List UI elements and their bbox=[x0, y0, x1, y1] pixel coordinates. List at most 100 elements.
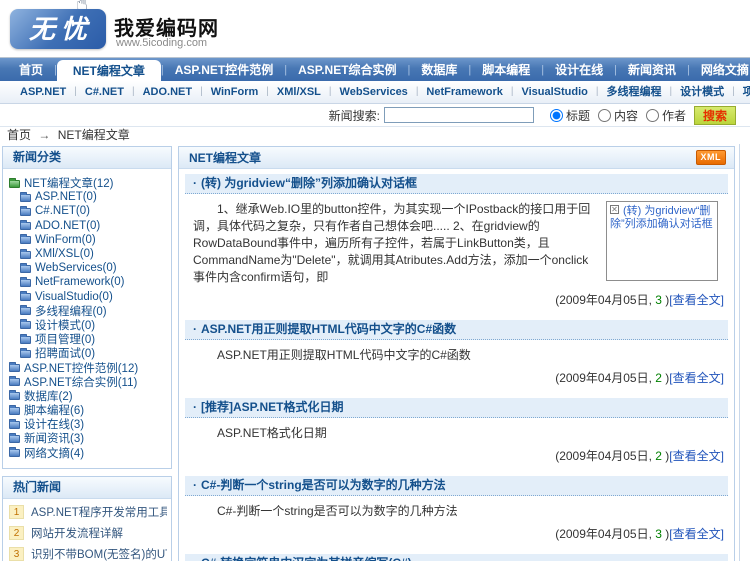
category-item[interactable]: VisualStudio(0) bbox=[9, 290, 167, 304]
article-summary: ASP.NET格式化日期 bbox=[217, 426, 327, 440]
subnav-item-2[interactable]: ADO.NET bbox=[135, 81, 201, 103]
search-input[interactable] bbox=[383, 107, 534, 123]
bullet-icon: · bbox=[193, 322, 197, 336]
main-nav: 首页 | NET编程文章 | ASP.NET控件范例 | ASP.NET综合实例 | 数据库 | 脚… bbox=[0, 57, 750, 81]
nav-item-2[interactable]: ASP.NET控件范例 bbox=[164, 58, 284, 81]
category-label: WinForm(0) bbox=[35, 233, 96, 246]
nav-item-8[interactable]: 网络文摘 bbox=[690, 58, 750, 81]
category-label: ASP.NET综合实例(11) bbox=[24, 376, 138, 389]
nav-item-5[interactable]: 脚本编程 bbox=[471, 58, 541, 81]
article-summary: C#-判断一个string是否可以为数字的几种方法 bbox=[217, 504, 458, 518]
article-list: · (转) 为gridview“删除”列添加确认对话框 ✕ (转) 为gridview… bbox=[179, 174, 734, 561]
sidebar: 新闻分类 NET编程文章(12) ASP.NET(0) C#.NET(0) ADO.N… bbox=[2, 146, 172, 561]
category-item[interactable]: ADO.NET(0) bbox=[9, 219, 167, 233]
read-full-link[interactable]: 查看全文 bbox=[673, 293, 721, 307]
article-item: · [推荐]ASP.NET格式化日期 ASP.NET格式化日期 (2009年04月05… bbox=[179, 398, 734, 471]
category-item[interactable]: ASP.NET(0) bbox=[9, 190, 167, 204]
article-title[interactable]: · C#-判断一个string是否可以为数字的几种方法 bbox=[185, 476, 728, 496]
folder-icon bbox=[20, 248, 31, 259]
nav-item-0[interactable]: 首页 bbox=[8, 58, 54, 81]
folder-icon bbox=[20, 276, 31, 287]
sub-nav: ASP.NET | C#.NET | ADO.NET | WinForm | XMl/XSL | W… bbox=[0, 81, 750, 104]
article-thumbnail[interactable]: ✕ (转) 为gridview“删除”列添加确认对话框 bbox=[606, 201, 718, 281]
xml-feed-badge[interactable]: XML bbox=[695, 150, 726, 165]
category-item[interactable]: 项目管理(0) bbox=[9, 332, 167, 346]
nav-item-1[interactable]: NET编程文章 bbox=[56, 60, 161, 81]
folder-icon bbox=[9, 404, 20, 415]
folder-icon bbox=[9, 447, 20, 458]
article-item: ·C#-转换字符串中汉字为其拼音缩写(C#)将指定字符串中的汉字转换为拼音缩写，… bbox=[179, 554, 734, 561]
subnav-item-4[interactable]: XMl/XSL bbox=[269, 81, 329, 103]
read-full-link[interactable]: 查看全文 bbox=[673, 371, 721, 385]
subnav-item-6[interactable]: NetFramework bbox=[418, 81, 510, 103]
folder-icon bbox=[20, 205, 31, 216]
category-item[interactable]: C#.NET(0) bbox=[9, 204, 167, 218]
read-full-wrap: [查看全文] bbox=[669, 527, 724, 541]
search-type-options: 标题 内容 作者 bbox=[542, 107, 686, 124]
category-item[interactable]: ASP.NET综合实例(11) bbox=[9, 375, 167, 389]
folder-icon bbox=[9, 432, 20, 443]
category-item[interactable]: 多线程编程(0) bbox=[9, 304, 167, 318]
hot-news-item[interactable]: 1 ASP.NET程序开发常用工具 bbox=[9, 504, 167, 519]
article-title[interactable]: · (转) 为gridview“删除”列添加确认对话框 bbox=[185, 174, 728, 194]
nav-item-4[interactable]: 数据库 bbox=[410, 58, 468, 81]
top-bar: ☝ 无忧 我爱编码网 www.5icoding.com bbox=[0, 0, 750, 57]
category-item[interactable]: 设计模式(0) bbox=[9, 318, 167, 332]
search-type-radio-1[interactable] bbox=[597, 108, 611, 122]
nav-item-7[interactable]: 新闻资讯 bbox=[617, 58, 687, 81]
breadcrumb-home-link[interactable]: 首页 bbox=[7, 128, 31, 142]
read-full-link[interactable]: 查看全文 bbox=[673, 527, 721, 541]
category-item[interactable]: NET编程文章(12) bbox=[9, 176, 167, 190]
article-meta: (2009年04月05日, 3 )[查看全文] bbox=[555, 293, 724, 307]
category-item[interactable]: ASP.NET控件范例(12) bbox=[9, 360, 167, 375]
articles-panel-title: NET编程文章 bbox=[189, 151, 262, 165]
subnav-item-3[interactable]: WinForm bbox=[203, 81, 267, 103]
subnav-item-0[interactable]: ASP.NET bbox=[12, 81, 74, 103]
folder-icon bbox=[20, 220, 31, 231]
article-title[interactable]: · [推荐]ASP.NET格式化日期 bbox=[185, 398, 728, 418]
nav-item-3[interactable]: ASP.NET综合实例 bbox=[287, 58, 407, 81]
subnav-item-10[interactable]: 项目管理 bbox=[735, 81, 750, 103]
category-item[interactable]: 招聘面试(0) bbox=[9, 346, 167, 360]
category-item[interactable]: WebServices(0) bbox=[9, 261, 167, 275]
subnav-item-5[interactable]: WebServices bbox=[332, 81, 416, 103]
folder-icon bbox=[20, 319, 31, 330]
main-column: NET编程文章 XML · (转) 为gridview“删除”列添加确认对话框 ✕(… bbox=[178, 146, 735, 561]
article-meta: (2009年04月05日, 2 )[查看全文] bbox=[555, 449, 724, 463]
subnav-item-1[interactable]: C#.NET bbox=[77, 81, 132, 103]
page: ☝ 无忧 我爱编码网 www.5icoding.com 首页 | NET编程文章 | A… bbox=[0, 0, 750, 561]
hot-news-item[interactable]: 2 网站开发流程详解 bbox=[9, 525, 167, 540]
nav-item-6[interactable]: 设计在线 bbox=[544, 58, 614, 81]
categories-panel: 新闻分类 NET编程文章(12) ASP.NET(0) C#.NET(0) ADO.N… bbox=[2, 146, 172, 469]
read-full-link[interactable]: 查看全文 bbox=[673, 449, 721, 463]
search-type-radio-0[interactable] bbox=[549, 108, 563, 122]
category-label: 多线程编程(0) bbox=[35, 305, 107, 318]
article-title[interactable]: · C#-转换字符串中汉字为其拼音缩写(C#) bbox=[185, 554, 728, 561]
view-count: 3 bbox=[655, 293, 662, 307]
category-label: 招聘面试(0) bbox=[35, 348, 96, 361]
category-item[interactable]: 设计在线(3) bbox=[9, 417, 167, 431]
category-item[interactable]: 网络文摘(4) bbox=[9, 446, 167, 460]
view-count: 2 bbox=[655, 371, 662, 385]
category-item[interactable]: NetFramework(0) bbox=[9, 275, 167, 289]
category-item[interactable]: 脚本编程(6) bbox=[9, 403, 167, 417]
folder-icon bbox=[20, 291, 31, 302]
article-title[interactable]: · ASP.NET用正则提取HTML代码中文字的C#函数 bbox=[185, 320, 728, 340]
category-label: 网络文摘(4) bbox=[24, 447, 85, 460]
search-label: 新闻搜索: bbox=[328, 108, 380, 123]
category-label: 设计在线(3) bbox=[24, 419, 85, 432]
category-item[interactable]: 新闻资讯(3) bbox=[9, 431, 167, 445]
subnav-item-7[interactable]: VisualStudio bbox=[513, 81, 595, 103]
subnav-item-8[interactable]: 多线程编程 bbox=[598, 81, 669, 103]
folder-icon bbox=[20, 234, 31, 245]
category-item[interactable]: XMl/XSL(0) bbox=[9, 247, 167, 261]
subnav-item-9[interactable]: 设计模式 bbox=[672, 81, 732, 103]
hot-news-item[interactable]: 3 识别不带BOM(无签名)的UTF... bbox=[9, 546, 167, 561]
category-label: ASP.NET(0) bbox=[35, 191, 97, 204]
site-logo[interactable]: 无忧 bbox=[10, 9, 106, 49]
category-item[interactable]: 数据库(2) bbox=[9, 389, 167, 403]
category-item[interactable]: WinForm(0) bbox=[9, 233, 167, 247]
search-type-radio-2[interactable] bbox=[645, 108, 659, 122]
category-label: NetFramework(0) bbox=[35, 276, 125, 289]
search-button[interactable]: 搜索 bbox=[693, 105, 736, 125]
